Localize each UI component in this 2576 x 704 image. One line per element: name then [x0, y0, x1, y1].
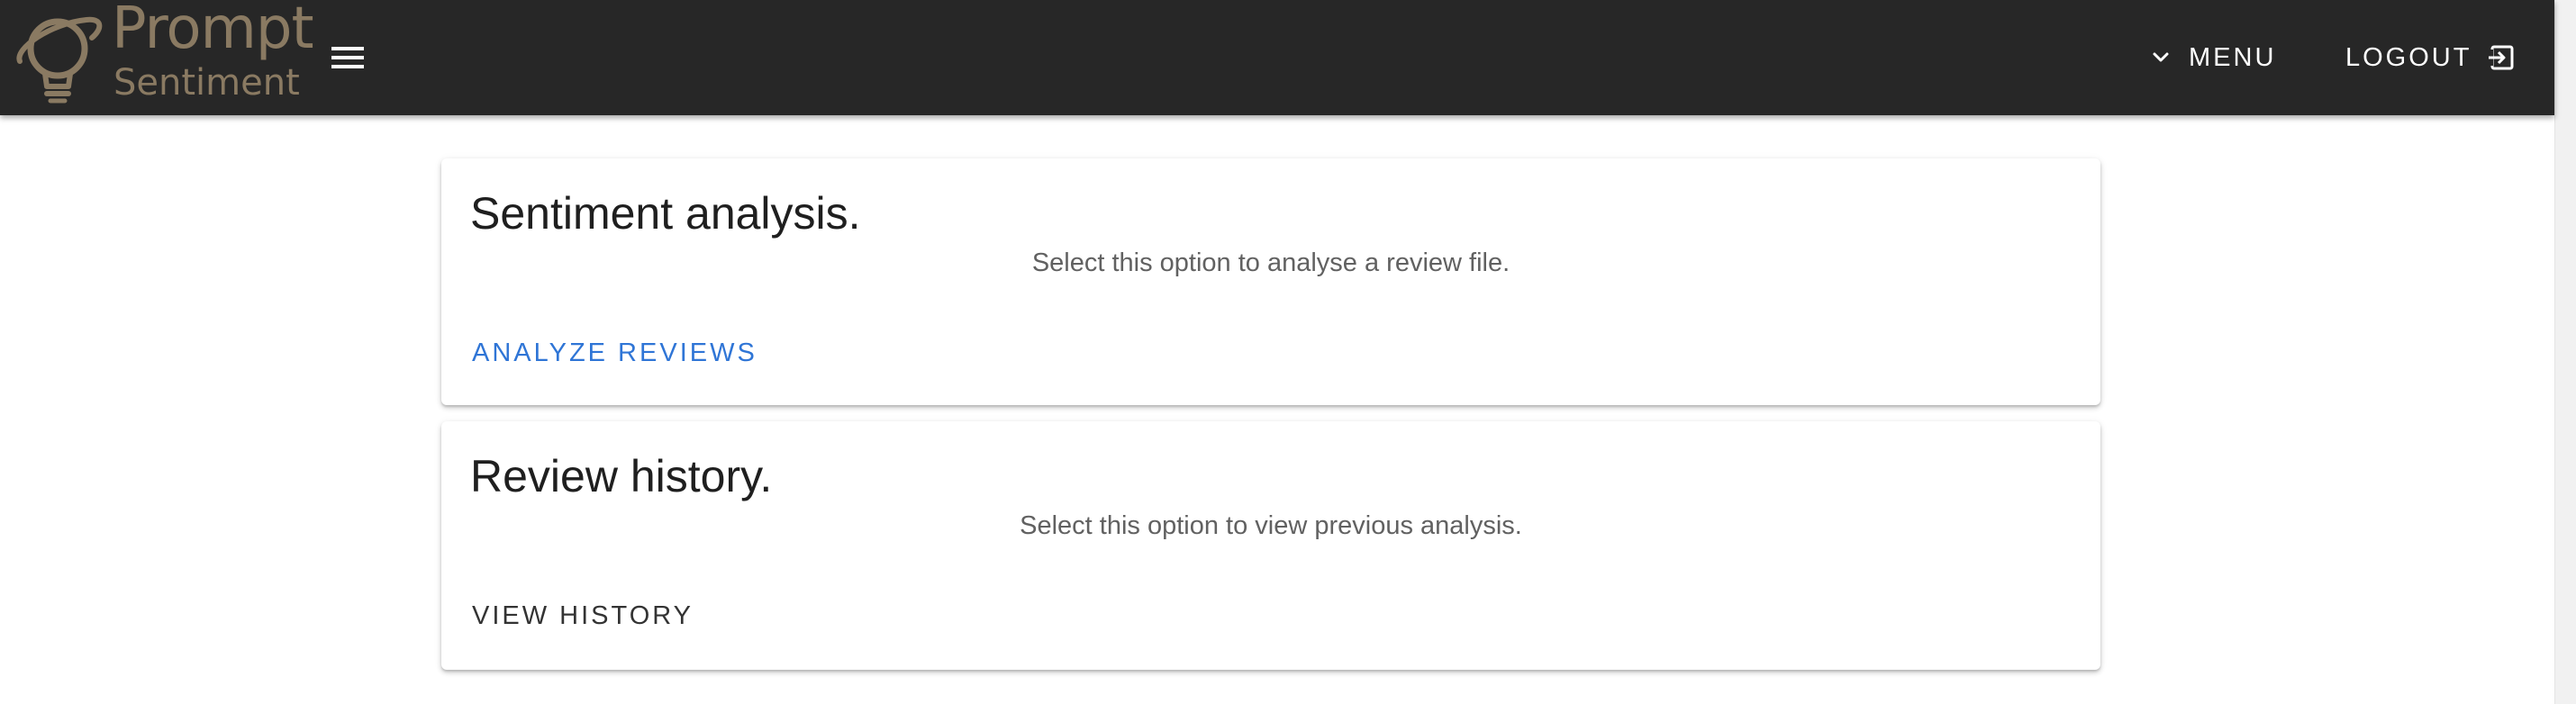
logout-icon [2489, 45, 2514, 70]
app-logo[interactable]: Prompt Sentiment [14, 0, 314, 108]
logo-text-prompt: Prompt [112, 0, 314, 62]
logout-button-label: LOGOUT [2345, 42, 2472, 72]
hamburger-icon [331, 47, 364, 68]
nav-drawer-toggle[interactable] [322, 36, 373, 79]
planet-bulb-logo-icon [16, 16, 103, 104]
menu-button-label: MENU [2189, 42, 2277, 72]
card-subtitle: Select this option to view previous anal… [1020, 511, 1522, 540]
logout-button[interactable]: LOGOUT [2345, 32, 2517, 83]
chevron-down-icon [2153, 52, 2169, 62]
analyze-reviews-button[interactable]: ANALYZE REVIEWS [456, 326, 774, 380]
review-history-card: Review history. Select this option to vi… [441, 421, 2100, 670]
logo-text-sentiment: Sentiment [113, 62, 300, 104]
menu-dropdown-button[interactable]: MENU [2151, 32, 2276, 83]
card-title: Review history. [470, 451, 773, 501]
page-scrollbar[interactable] [2554, 0, 2576, 704]
view-history-button[interactable]: VIEW HISTORY [456, 589, 710, 643]
card-subtitle: Select this option to analyse a review f… [1031, 248, 1510, 277]
top-app-bar: Prompt Sentiment MENU LOGOUT [0, 0, 2554, 115]
app-root: Prompt Sentiment MENU LOGOUT Sentiment a… [0, 0, 2576, 704]
sentiment-analysis-card: Sentiment analysis. Select this option t… [441, 158, 2100, 405]
card-title: Sentiment analysis. [470, 188, 861, 239]
